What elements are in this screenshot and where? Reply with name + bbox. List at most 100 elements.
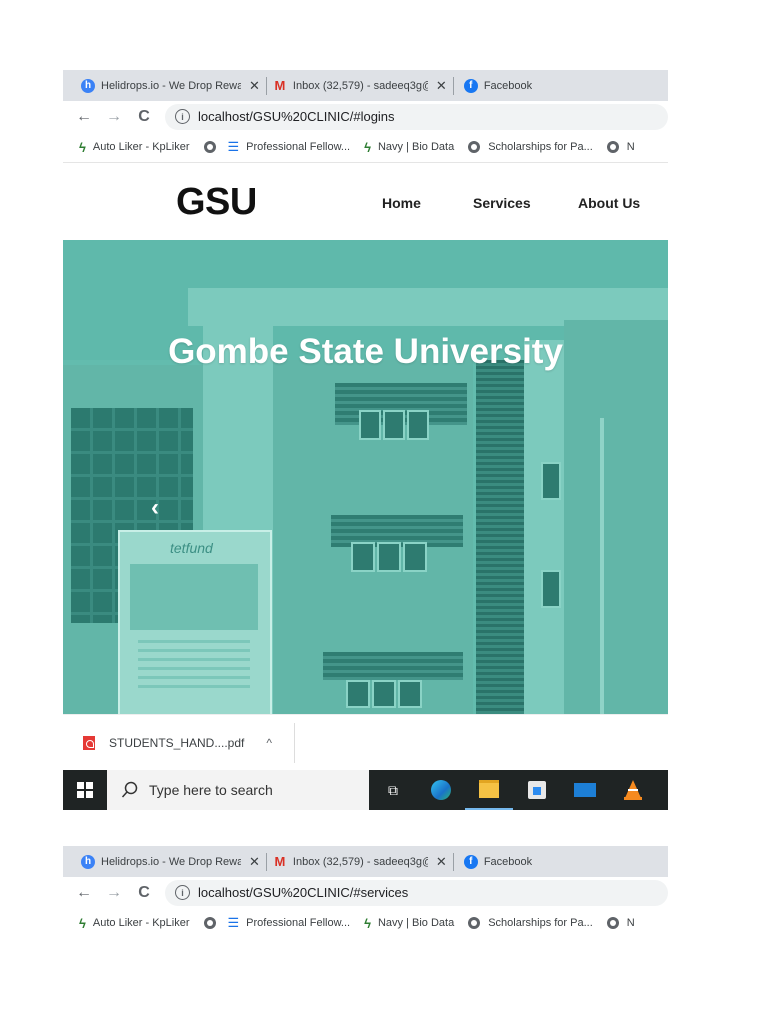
- close-icon[interactable]: ✕: [249, 854, 260, 870]
- globe-icon: [468, 141, 481, 153]
- bookmark-label: N: [626, 141, 635, 153]
- tab-title: Inbox (32,579) - sadeeq3g@g: [292, 855, 428, 868]
- tab-strip: h Helidrops.io - We Drop Rewa ✕ M Inbox …: [63, 70, 668, 101]
- url-text: localhost/GSU%20CLINIC/#logins: [198, 109, 395, 124]
- file-explorer-icon[interactable]: [465, 770, 513, 810]
- tab-gmail[interactable]: M Inbox (32,579) - sadeeq3g@g ✕: [267, 846, 453, 877]
- nav-services[interactable]: Services: [473, 195, 531, 211]
- info-icon[interactable]: i: [175, 109, 190, 124]
- gmail-icon: M: [274, 854, 286, 869]
- bookmark-overflow[interactable]: N: [606, 917, 635, 929]
- forward-button[interactable]: →: [99, 884, 129, 902]
- window: [541, 570, 561, 608]
- nav-about-us[interactable]: About Us: [578, 195, 640, 211]
- facebook-icon: f: [463, 78, 478, 93]
- info-icon[interactable]: i: [175, 885, 190, 900]
- sign-logo: tetfund: [170, 540, 213, 556]
- tab-title: Facebook: [483, 855, 533, 868]
- tab-helidrops[interactable]: h Helidrops.io - We Drop Rewa ✕: [63, 70, 266, 101]
- window: [541, 462, 561, 500]
- close-icon[interactable]: ✕: [436, 78, 447, 94]
- reload-button[interactable]: C: [129, 884, 159, 902]
- tab-gmail[interactable]: M Inbox (32,579) - sadeeq3g@g ✕: [267, 70, 453, 101]
- site-logo[interactable]: GSU: [176, 181, 257, 224]
- bookmark-scholarships[interactable]: Scholarships for Pa...: [468, 917, 593, 929]
- bookmark-scholarships[interactable]: Scholarships for Pa...: [468, 141, 593, 153]
- window: [383, 410, 405, 440]
- edge-icon[interactable]: [417, 770, 465, 810]
- address-bar[interactable]: i localhost/GSU%20CLINIC/#logins: [165, 103, 668, 130]
- kpliker-icon: ϟ: [79, 139, 86, 155]
- vlc-icon[interactable]: [609, 770, 657, 810]
- sign-text-lines: [138, 640, 250, 690]
- bookmarks-bar: ϟ Auto Liker - KpLiker ☰ Professional Fe…: [63, 908, 668, 938]
- sign-image: [130, 564, 258, 630]
- bookmark-globe[interactable]: [203, 917, 224, 929]
- right-wing: [564, 320, 668, 714]
- bookmark-auto-liker[interactable]: ϟ Auto Liker - KpLiker: [79, 916, 190, 931]
- tab-title: Helidrops.io - We Drop Rewa: [101, 79, 241, 92]
- address-bar[interactable]: i localhost/GSU%20CLINIC/#services: [165, 879, 668, 906]
- search-icon: [121, 781, 138, 798]
- bookmark-auto-liker[interactable]: ϟ Auto Liker - KpLiker: [79, 140, 190, 155]
- chevron-up-icon[interactable]: ^: [266, 736, 272, 750]
- bookmark-navy-bio-data[interactable]: ϟ Navy | Bio Data: [364, 140, 454, 155]
- column-right: [524, 340, 564, 714]
- facebook-icon: f: [463, 854, 478, 869]
- search-placeholder: Type here to search: [149, 782, 273, 798]
- bookmark-navy-bio-data[interactable]: ϟ Navy | Bio Data: [364, 916, 454, 931]
- reload-button[interactable]: C: [129, 108, 159, 126]
- close-icon[interactable]: ✕: [249, 78, 260, 94]
- close-icon[interactable]: ✕: [436, 854, 447, 870]
- bookmark-globe[interactable]: [203, 141, 224, 153]
- store-icon[interactable]: [513, 770, 561, 810]
- site-header: GSU Home Services About Us: [63, 162, 668, 240]
- mail-icon[interactable]: [561, 770, 609, 810]
- download-filename[interactable]: STUDENTS_HAND....pdf: [109, 736, 244, 750]
- helidrops-icon: h: [81, 854, 95, 869]
- taskbar-search[interactable]: Type here to search: [107, 770, 369, 810]
- downloads-bar: STUDENTS_HAND....pdf ^: [63, 714, 668, 770]
- window: [377, 542, 401, 572]
- bookmark-label: Scholarships for Pa...: [488, 917, 593, 929]
- list-icon: ☰: [227, 915, 240, 930]
- bookmark-overflow[interactable]: N: [606, 141, 635, 153]
- carousel-prev-button[interactable]: ‹: [151, 494, 159, 522]
- window: [398, 680, 422, 708]
- forward-button[interactable]: →: [99, 108, 129, 126]
- bookmark-label: Auto Liker - KpLiker: [92, 917, 190, 929]
- tab-facebook[interactable]: f Facebook: [454, 846, 538, 877]
- tab-strip: h Helidrops.io - We Drop Rewa ✕ M Inbox …: [63, 846, 668, 877]
- tab-title: Helidrops.io - We Drop Rewa: [101, 855, 241, 868]
- back-button[interactable]: ←: [69, 884, 99, 902]
- nav-home[interactable]: Home: [382, 195, 421, 211]
- bookmark-professional-fellow[interactable]: ☰ Professional Fellow...: [228, 139, 351, 155]
- back-button[interactable]: ←: [69, 108, 99, 126]
- vertical-louvre: [476, 360, 524, 714]
- kpliker-icon: ϟ: [364, 139, 371, 155]
- bookmark-label: Navy | Bio Data: [377, 917, 455, 929]
- window: [372, 680, 396, 708]
- start-button[interactable]: [63, 770, 107, 810]
- windows-icon: [77, 782, 93, 798]
- tab-title: Facebook: [483, 79, 533, 92]
- bottom-screenshot: h Helidrops.io - We Drop Rewa ✕ M Inbox …: [63, 846, 668, 940]
- bookmark-label: Auto Liker - KpLiker: [92, 141, 190, 153]
- task-view-icon[interactable]: ⧉: [369, 770, 417, 810]
- top-screenshot: h Helidrops.io - We Drop Rewa ✕ M Inbox …: [63, 70, 668, 815]
- helidrops-icon: h: [81, 78, 95, 93]
- tab-helidrops[interactable]: h Helidrops.io - We Drop Rewa ✕: [63, 846, 266, 877]
- window: [351, 542, 375, 572]
- bookmark-label: N: [626, 917, 635, 929]
- downloads-divider: [294, 722, 296, 763]
- list-icon: ☰: [227, 139, 240, 154]
- bookmark-label: Scholarships for Pa...: [488, 141, 593, 153]
- globe-icon: [203, 141, 216, 153]
- louvre-band-3: [323, 652, 463, 680]
- window: [403, 542, 427, 572]
- browser-toolbar: ← → C i localhost/GSU%20CLINIC/#services: [63, 877, 668, 908]
- kpliker-icon: ϟ: [364, 915, 371, 931]
- bookmark-professional-fellow[interactable]: ☰ Professional Fellow...: [228, 915, 351, 931]
- tab-facebook[interactable]: f Facebook: [454, 70, 538, 101]
- tetfund-sign: tetfund: [118, 530, 272, 714]
